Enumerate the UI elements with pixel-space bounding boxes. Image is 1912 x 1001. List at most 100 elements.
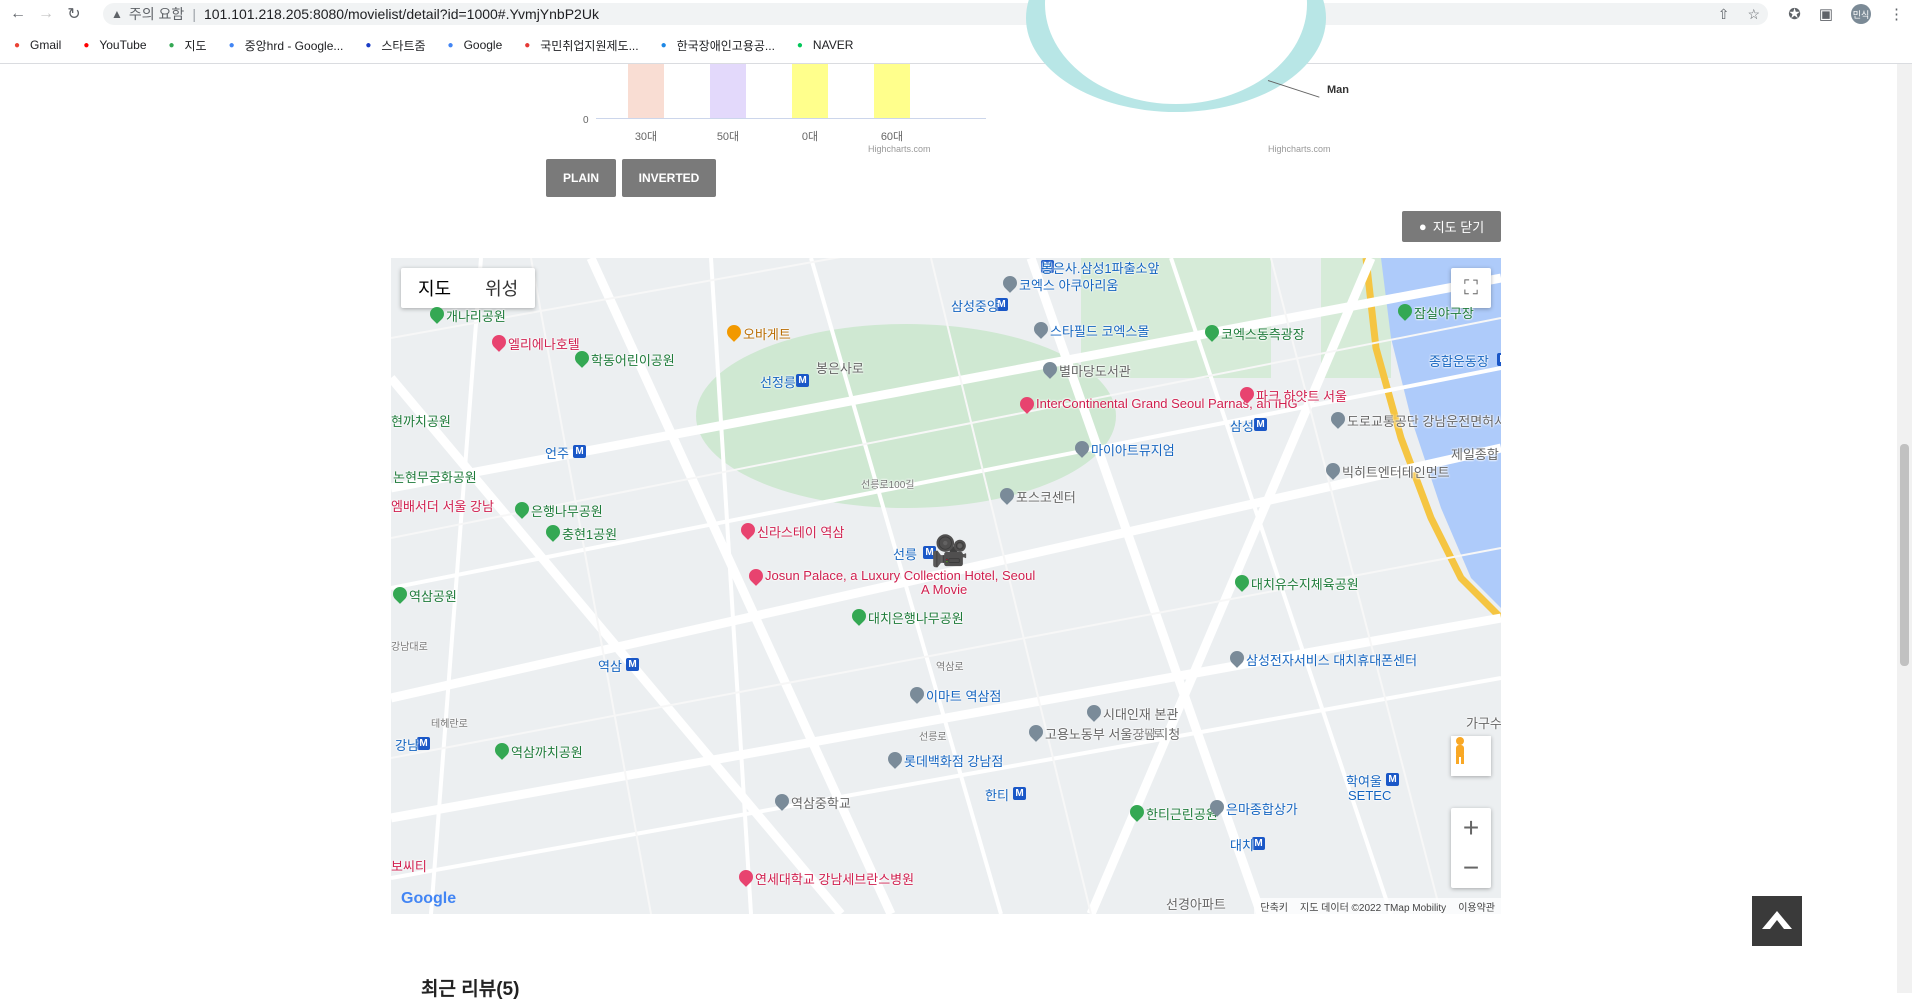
place-label[interactable]: 시대인재 본관 bbox=[1103, 704, 1178, 723]
place-label[interactable]: 은행나무공원 bbox=[531, 501, 603, 520]
metro-station-icon[interactable]: M bbox=[1013, 787, 1026, 800]
place-label[interactable]: 엠배서더 서울 강남 bbox=[391, 496, 494, 515]
bookmark-item[interactable]: ● 스타트줌 bbox=[361, 37, 425, 54]
place-label[interactable]: 엘리에나호텔 bbox=[508, 334, 580, 353]
reload-icon[interactable]: ↻ bbox=[60, 0, 88, 28]
place-label[interactable]: 별마당도서관 bbox=[1059, 361, 1131, 380]
place-label[interactable]: 스타필드 코엑스몰 bbox=[1050, 321, 1149, 340]
place-label[interactable]: 도로교통공단 강남운전면허시험장 bbox=[1347, 411, 1501, 430]
place-label[interactable]: 충현1공원 bbox=[562, 524, 617, 543]
place-label[interactable]: Josun Palace, a Luxury Collection Hotel,… bbox=[765, 568, 1035, 583]
google-logo[interactable]: Google bbox=[401, 890, 456, 908]
chart-bar[interactable] bbox=[874, 64, 910, 118]
place-label[interactable]: 봉은사.삼성1파출소앞 bbox=[1041, 258, 1159, 277]
map-terms-link[interactable]: 이용약관 bbox=[1458, 899, 1495, 914]
bookmark-item[interactable]: ● 중앙hrd - Google... bbox=[225, 37, 344, 54]
pie-credits[interactable]: Highcharts.com bbox=[1268, 144, 1331, 154]
place-label[interactable]: 연세대학교 강남세브란스병원 bbox=[755, 869, 914, 888]
back-to-top-button[interactable] bbox=[1752, 896, 1802, 946]
place-label[interactable]: 삼성전자서비스 대치휴대폰센터 bbox=[1246, 650, 1417, 669]
place-label[interactable]: 신라스테이 역삼 bbox=[757, 522, 844, 541]
bookmark-item[interactable]: ● 국민취업지원제도... bbox=[520, 37, 638, 54]
place-label[interactable]: 현까치공원 bbox=[391, 411, 451, 430]
place-label[interactable]: 파크 하얏트 서울 bbox=[1256, 386, 1347, 405]
place-label[interactable]: SETEC bbox=[1348, 788, 1391, 803]
place-label[interactable]: 강남 bbox=[395, 735, 419, 754]
zoom-out-button[interactable]: − bbox=[1451, 848, 1491, 888]
place-label[interactable]: 선경아파트 bbox=[1166, 894, 1226, 913]
back-icon[interactable]: ← bbox=[4, 0, 32, 28]
bookmark-item[interactable]: ● 한국장애인고용공... bbox=[657, 37, 775, 54]
place-label[interactable]: 코엑스동측광장 bbox=[1221, 324, 1305, 343]
place-label[interactable]: 잠실야구장 bbox=[1414, 303, 1474, 322]
metro-station-icon[interactable]: M bbox=[1497, 353, 1501, 366]
bookmark-item[interactable]: ● 지도 bbox=[165, 37, 206, 54]
place-label[interactable]: 대치유수지체육공원 bbox=[1251, 574, 1359, 593]
place-label[interactable]: 보씨티 bbox=[391, 856, 427, 875]
map-type-map[interactable]: 지도 bbox=[401, 268, 468, 308]
bookmark-item[interactable]: ● Gmail bbox=[10, 38, 61, 52]
place-label[interactable]: 은마종합상가 bbox=[1226, 799, 1298, 818]
share-icon[interactable]: ⇧ bbox=[1718, 6, 1730, 23]
place-label[interactable]: 제일종합 bbox=[1451, 444, 1499, 463]
pegman-icon[interactable] bbox=[1451, 736, 1491, 776]
address-bar[interactable]: ▲ 주의 요함 | 101.101.218.205:8080/movielist… bbox=[103, 3, 1768, 25]
scroll-thumb[interactable] bbox=[1900, 444, 1909, 666]
close-map-button[interactable]: ● 지도 닫기 bbox=[1402, 211, 1501, 242]
extensions-icon[interactable]: ✪ bbox=[1788, 5, 1801, 23]
bookmark-star-icon[interactable]: ☆ bbox=[1747, 6, 1760, 23]
place-label[interactable]: 오바게트 bbox=[743, 324, 791, 343]
fullscreen-icon[interactable]: ⛶ bbox=[1451, 268, 1491, 308]
metro-station-icon[interactable]: M bbox=[796, 374, 809, 387]
place-label[interactable]: 봉은사로 bbox=[816, 358, 864, 377]
place-label[interactable]: 역삼중학교 bbox=[791, 793, 851, 812]
warning-icon[interactable]: ▲ bbox=[111, 7, 123, 21]
place-label[interactable]: 마이아트뮤지엄 bbox=[1091, 440, 1175, 459]
place-label[interactable]: 개나리공원 bbox=[446, 306, 506, 325]
plain-button[interactable]: PLAIN bbox=[546, 159, 616, 197]
place-label[interactable]: 역삼까치공원 bbox=[511, 742, 583, 761]
page-scrollbar[interactable] bbox=[1897, 64, 1912, 993]
map-view[interactable]: 지도 위성 ⛶ 개나리공원 엘리에나호텔 학동어린이공원 오바게트 M 선정릉 봉은사로 M 삼… bbox=[391, 258, 1501, 914]
map-type-satellite[interactable]: 위성 bbox=[468, 268, 535, 308]
chart-bar[interactable] bbox=[628, 64, 664, 118]
place-label[interactable]: 한티 bbox=[985, 785, 1009, 804]
forward-icon[interactable]: → bbox=[32, 0, 60, 28]
place-label[interactable]: 역삼공원 bbox=[409, 586, 457, 605]
security-warning[interactable]: 주의 요함 bbox=[129, 4, 184, 24]
place-label[interactable]: 선릉 bbox=[893, 544, 917, 563]
place-label[interactable]: 이마트 역삼점 bbox=[926, 686, 1001, 705]
zoom-in-button[interactable]: + bbox=[1451, 808, 1491, 848]
metro-station-icon[interactable]: M bbox=[1386, 773, 1399, 786]
profile-avatar[interactable]: 민식 bbox=[1851, 4, 1871, 24]
map-shortcuts-link[interactable]: 단축키 bbox=[1260, 899, 1288, 914]
chart-credits[interactable]: Highcharts.com bbox=[868, 144, 931, 154]
place-label[interactable]: 삼성 bbox=[1230, 416, 1254, 435]
place-label[interactable]: 논현무궁화공원 bbox=[393, 467, 477, 486]
place-label[interactable]: 언주 bbox=[545, 443, 569, 462]
place-label[interactable]: 역삼 bbox=[598, 656, 622, 675]
inverted-button[interactable]: INVERTED bbox=[622, 159, 716, 197]
place-label[interactable]: 한티근린공원 bbox=[1146, 804, 1218, 823]
place-label[interactable]: 삼성중앙 bbox=[951, 296, 999, 315]
url-text[interactable]: 101.101.218.205:8080/movielist/detail?id… bbox=[204, 6, 599, 22]
menu-kebab-icon[interactable]: ⋮ bbox=[1889, 5, 1904, 23]
place-label[interactable]: 대치 bbox=[1230, 835, 1254, 854]
place-label[interactable]: 롯데백화점 강남점 bbox=[904, 751, 1003, 770]
place-label[interactable]: 종합운동장 bbox=[1429, 351, 1489, 370]
bookmark-item[interactable]: ● YouTube bbox=[79, 38, 146, 52]
metro-station-icon[interactable]: M bbox=[1254, 418, 1267, 431]
movie-marker-icon[interactable]: 🎥 bbox=[931, 534, 968, 568]
place-label[interactable]: 포스코센터 bbox=[1016, 487, 1076, 506]
place-label[interactable]: 선정릉 bbox=[760, 372, 796, 391]
metro-station-icon[interactable]: M bbox=[626, 658, 639, 671]
place-label[interactable]: 학동어린이공원 bbox=[591, 350, 675, 369]
metro-station-icon[interactable]: M bbox=[573, 445, 586, 458]
place-label[interactable]: 가구수 자게 bbox=[1466, 713, 1501, 732]
place-label[interactable]: 대치은행나무공원 bbox=[868, 608, 964, 627]
chart-bar[interactable] bbox=[710, 64, 746, 118]
bookmark-item[interactable]: ● NAVER bbox=[793, 38, 853, 52]
bookmark-item[interactable]: ● Google bbox=[444, 38, 503, 52]
chart-bar[interactable] bbox=[792, 64, 828, 118]
place-label[interactable]: 코엑스 아쿠아리움 bbox=[1019, 275, 1118, 294]
